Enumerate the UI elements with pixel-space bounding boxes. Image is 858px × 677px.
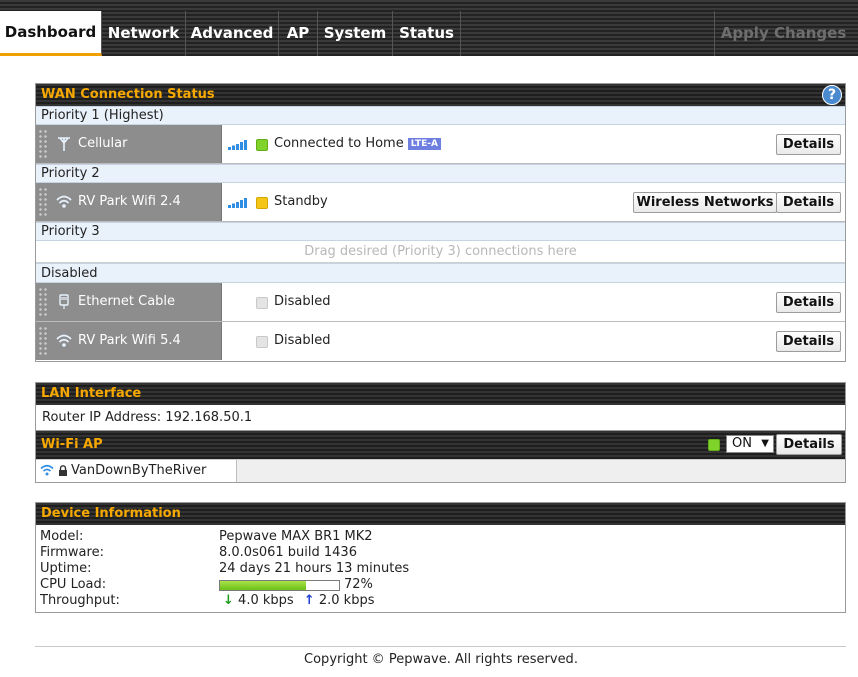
throughput-value: ↓ 4.0 kbps ↑ 2.0 kbps bbox=[223, 593, 374, 609]
wan-name-label: Ethernet Cable bbox=[78, 294, 176, 309]
wan-row-rv-park-wifi-24: RV Park Wifi 2.4 Standby Wireless Networ… bbox=[36, 183, 845, 222]
download-rate: 4.0 kbps bbox=[238, 593, 294, 608]
drag-handle-icon[interactable] bbox=[38, 187, 48, 217]
wan-name-cell[interactable]: RV Park Wifi 5.4 bbox=[36, 322, 222, 360]
wifi-icon bbox=[56, 334, 72, 347]
cpu-load-value: 72% bbox=[344, 577, 373, 592]
arrow-down-icon: ↓ bbox=[223, 593, 234, 608]
details-button[interactable]: Details bbox=[776, 331, 841, 352]
details-button[interactable]: Details bbox=[776, 134, 841, 155]
priority-3-header: Priority 3 bbox=[36, 222, 845, 241]
disabled-header: Disabled bbox=[36, 263, 845, 283]
device-panel-title: Device Information bbox=[36, 503, 845, 525]
status-text: Connected to Home bbox=[274, 136, 404, 151]
tab-status[interactable]: Status bbox=[393, 11, 461, 56]
model-label: Model: bbox=[40, 529, 84, 544]
status-led-grey bbox=[256, 297, 268, 309]
tab-dashboard[interactable]: Dashboard bbox=[0, 11, 102, 56]
wifi-ap-title: Wi-Fi AP bbox=[41, 437, 103, 452]
wan-status-panel: WAN Connection Status ? Priority 1 (High… bbox=[35, 83, 846, 362]
wan-name-label: Cellular bbox=[78, 136, 128, 151]
lock-icon bbox=[59, 465, 67, 476]
uptime-value: 24 days 21 hours 13 minutes bbox=[219, 561, 410, 576]
wan-title-text: WAN Connection Status bbox=[41, 87, 215, 102]
tab-advanced[interactable]: Advanced bbox=[186, 11, 279, 56]
signal-strength-icon bbox=[228, 140, 247, 150]
wifi-ap-details-button[interactable]: Details bbox=[776, 434, 842, 455]
ssid-row: VanDownByTheRiver bbox=[36, 459, 845, 482]
ssid-name: VanDownByTheRiver bbox=[71, 463, 207, 478]
lan-panel-title: LAN Interface bbox=[36, 383, 845, 405]
cellular-antenna-icon bbox=[58, 137, 70, 151]
firmware-row: Firmware: 8.0.0s061 build 1436 bbox=[36, 545, 845, 561]
drag-handle-icon[interactable] bbox=[38, 326, 48, 356]
device-info-panel: Device Information Model: Pepwave MAX BR… bbox=[35, 502, 846, 613]
arrow-up-icon: ↑ bbox=[303, 593, 315, 608]
lte-a-badge: LTE-A bbox=[407, 138, 441, 150]
signal-strength-icon bbox=[228, 198, 247, 208]
wan-panel-title: WAN Connection Status ? bbox=[36, 84, 845, 106]
status-led-yellow bbox=[256, 197, 268, 209]
tab-system[interactable]: System bbox=[318, 11, 393, 56]
router-ip-address: Router IP Address: 192.168.50.1 bbox=[36, 405, 845, 431]
cpu-load-label: CPU Load: bbox=[40, 577, 107, 592]
wan-name-label: RV Park Wifi 5.4 bbox=[78, 333, 181, 348]
footer-divider bbox=[35, 646, 846, 647]
wan-row-cellular: Cellular Connected to Home LTE-A Details bbox=[36, 125, 845, 164]
wifi-ap-led bbox=[708, 439, 720, 451]
priority-1-header: Priority 1 (Highest) bbox=[36, 106, 845, 125]
wan-name-cell[interactable]: Cellular bbox=[36, 125, 222, 163]
throughput-label: Throughput: bbox=[40, 593, 120, 608]
wifi-ap-title-bar: Wi-Fi AP ON ▼ Details bbox=[36, 431, 845, 459]
wan-name-label: RV Park Wifi 2.4 bbox=[78, 194, 181, 209]
drag-handle-icon[interactable] bbox=[38, 287, 48, 317]
status-led-green bbox=[256, 139, 268, 151]
tab-ap[interactable]: AP bbox=[279, 11, 318, 56]
status-text: Standby bbox=[274, 194, 328, 209]
firmware-label: Firmware: bbox=[40, 545, 104, 560]
details-button[interactable]: Details bbox=[776, 192, 841, 213]
ethernet-plug-icon bbox=[59, 294, 69, 309]
apply-changes-button[interactable]: Apply Changes bbox=[714, 11, 852, 56]
ssid-cell: VanDownByTheRiver bbox=[36, 460, 237, 482]
cpu-load-bar bbox=[219, 580, 340, 591]
top-nav-bar: Dashboard Network Advanced AP System Sta… bbox=[0, 0, 858, 56]
model-row: Model: Pepwave MAX BR1 MK2 bbox=[36, 529, 845, 545]
upload-rate: 2.0 kbps bbox=[318, 593, 375, 608]
status-text: Disabled bbox=[274, 333, 331, 348]
uptime-row: Uptime: 24 days 21 hours 13 minutes bbox=[36, 561, 845, 577]
throughput-row: Throughput: ↓ 4.0 kbps ↑ 2.0 kbps bbox=[36, 593, 845, 609]
priority-2-header: Priority 2 bbox=[36, 164, 845, 183]
details-button[interactable]: Details bbox=[776, 292, 841, 313]
wifi-ap-state-value: ON bbox=[732, 436, 752, 451]
wifi-icon bbox=[56, 195, 72, 208]
wan-name-cell[interactable]: RV Park Wifi 2.4 bbox=[36, 183, 222, 221]
drag-handle-icon[interactable] bbox=[38, 129, 48, 159]
chevron-down-icon: ▼ bbox=[761, 438, 769, 449]
wan-name-cell[interactable]: Ethernet Cable bbox=[36, 283, 222, 321]
priority-3-drop-zone[interactable]: Drag desired (Priority 3) connections he… bbox=[36, 241, 845, 263]
status-led-grey bbox=[256, 336, 268, 348]
status-text: Disabled bbox=[274, 294, 331, 309]
model-value: Pepwave MAX BR1 MK2 bbox=[219, 529, 373, 544]
wan-row-ethernet-cable: Ethernet Cable Disabled Details bbox=[36, 283, 845, 322]
uptime-label: Uptime: bbox=[40, 561, 92, 576]
cpu-load-bar-fill bbox=[220, 581, 306, 590]
tab-network[interactable]: Network bbox=[102, 11, 186, 56]
connection-status: Connected to Home LTE-A bbox=[274, 125, 441, 163]
wan-row-rv-park-wifi-54: RV Park Wifi 5.4 Disabled Details bbox=[36, 322, 845, 361]
wifi-ap-state-select[interactable]: ON ▼ bbox=[726, 435, 774, 453]
wifi-icon bbox=[40, 464, 54, 476]
help-icon[interactable]: ? bbox=[822, 85, 842, 105]
copyright-footer: Copyright © Pepwave. All rights reserved… bbox=[304, 652, 578, 667]
firmware-value: 8.0.0s061 build 1436 bbox=[219, 545, 357, 560]
cpu-load-row: CPU Load: 72% bbox=[36, 577, 845, 593]
wireless-networks-button[interactable]: Wireless Networks bbox=[633, 192, 777, 213]
lan-panel: LAN Interface Router IP Address: 192.168… bbox=[35, 382, 846, 483]
device-info-body: Model: Pepwave MAX BR1 MK2 Firmware: 8.0… bbox=[36, 525, 845, 609]
